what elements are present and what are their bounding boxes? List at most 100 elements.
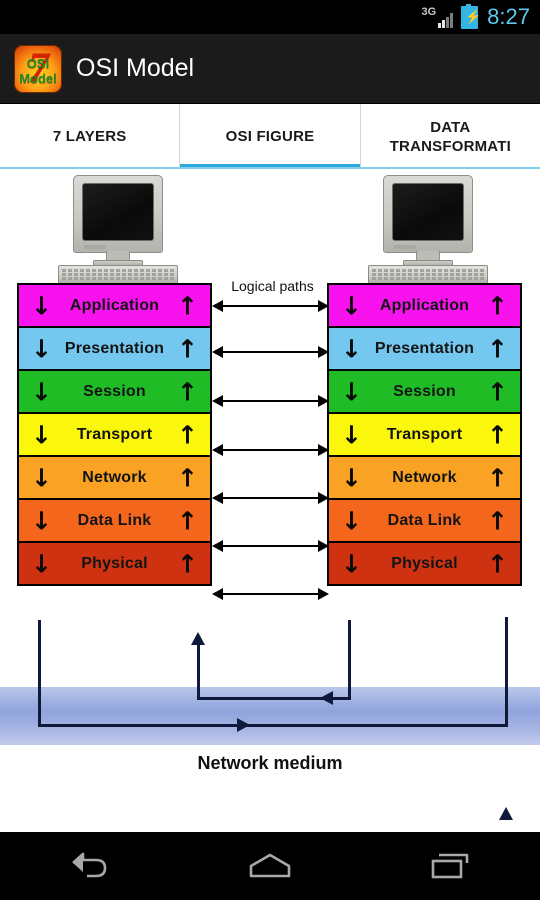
tab-label: OSI FIGURE — [225, 128, 315, 145]
layer-row-data-link[interactable]: ↓ Data Link ↑ — [17, 498, 212, 543]
arrow-up-icon: ↑ — [487, 420, 508, 449]
nav-home-button[interactable] — [180, 832, 360, 900]
layer-name: Session — [393, 382, 456, 400]
arrow-down-icon: ↓ — [341, 549, 362, 578]
arrow-up-icon: ↑ — [177, 291, 198, 320]
wire-arrow-right — [237, 718, 250, 732]
wire-arrow-up-right — [499, 807, 513, 820]
action-bar: 7 OSI Model OSI Model — [0, 34, 540, 104]
monitor-icon — [73, 175, 163, 253]
home-icon — [249, 853, 291, 878]
layer-row-application[interactable]: ↓ Application ↑ — [17, 283, 212, 328]
logical-paths-label: Logical paths — [231, 278, 314, 294]
arrow-down-icon: ↓ — [341, 420, 362, 449]
arrow-up-icon: ↑ — [487, 377, 508, 406]
arrow-down-icon: ↓ — [31, 506, 52, 535]
layer-row-network[interactable]: ↓ Network ↑ — [17, 455, 212, 500]
arrow-down-icon: ↓ — [341, 291, 362, 320]
layer-row-presentation[interactable]: ↓ Presentation ↑ — [327, 326, 522, 371]
layer-row-session[interactable]: ↓ Session ↑ — [327, 369, 522, 414]
arrow-down-icon: ↓ — [31, 377, 52, 406]
layer-name: Data Link — [387, 511, 462, 529]
monitor-screen — [82, 183, 154, 241]
layer-row-session[interactable]: ↓ Session ↑ — [17, 369, 212, 414]
arrow-down-icon: ↓ — [341, 334, 362, 363]
arrow-up-icon: ↑ — [177, 420, 198, 449]
tab-data-transformation[interactable]: DATA TRANSFORMATI — [359, 104, 540, 169]
network-type-label: 3G — [421, 6, 437, 18]
wire-left-up — [197, 642, 200, 700]
layer-name: Physical — [391, 554, 458, 572]
layer-name: Transport — [76, 425, 153, 443]
layer-row-transport[interactable]: ↓ Transport ↑ — [17, 412, 212, 457]
layer-row-application[interactable]: ↓ Application ↑ — [327, 283, 522, 328]
arrow-up-icon: ↑ — [487, 291, 508, 320]
nav-recents-button[interactable] — [360, 832, 540, 900]
layer-row-physical[interactable]: ↓ Physical ↑ — [327, 541, 522, 586]
layer-row-network[interactable]: ↓ Network ↑ — [327, 455, 522, 500]
layer-name: Application — [69, 296, 160, 314]
nav-back-button[interactable] — [0, 832, 180, 900]
layer-name: Transport — [386, 425, 463, 443]
layer-row-data-link[interactable]: ↓ Data Link ↑ — [327, 498, 522, 543]
layer-name: Network — [392, 468, 457, 486]
logical-path-arrow-transport — [212, 444, 329, 456]
logical-path-arrow-physical — [212, 588, 329, 600]
layer-name: Application — [379, 296, 470, 314]
layer-name: Network — [82, 468, 147, 486]
osi-figure-content: ↓ Application ↑ ↓ Presentation ↑ ↓ Sessi… — [0, 169, 540, 832]
osi-stack-right: ↓ Application ↑ ↓ Presentation ↑ ↓ Sessi… — [327, 283, 522, 586]
arrow-down-icon: ↓ — [341, 506, 362, 535]
logical-path-arrow-network — [212, 492, 329, 504]
status-bar: 3G ⚡ 8:27 — [0, 0, 540, 34]
wire-arrow-left — [320, 691, 333, 705]
arrow-down-icon: ↓ — [31, 291, 52, 320]
status-clock: 8:27 — [487, 4, 530, 29]
tab-bar: 7 LAYERS OSI FIGURE DATA TRANSFORMATI — [0, 104, 540, 169]
back-icon — [72, 852, 107, 878]
layer-name: Physical — [81, 554, 148, 572]
arrow-down-icon: ↓ — [31, 463, 52, 492]
tab-7-layers[interactable]: 7 LAYERS — [0, 104, 179, 169]
monitor-screen — [392, 183, 464, 241]
app-logo-text-bottom: Model — [19, 70, 57, 86]
layer-row-transport[interactable]: ↓ Transport ↑ — [327, 412, 522, 457]
keyboard-icon — [58, 265, 178, 285]
wire-arrow-up-left — [191, 632, 205, 645]
page-title: OSI Model — [76, 54, 195, 82]
layer-row-physical[interactable]: ↓ Physical ↑ — [17, 541, 212, 586]
wire-right-down — [348, 620, 351, 700]
arrow-down-icon: ↓ — [341, 463, 362, 492]
layer-name: Data Link — [77, 511, 152, 529]
arrow-up-icon: ↑ — [177, 463, 198, 492]
recents-icon — [431, 853, 469, 879]
arrow-down-icon: ↓ — [341, 377, 362, 406]
tab-osi-figure[interactable]: OSI FIGURE — [179, 104, 360, 169]
monitor-badge — [84, 245, 106, 249]
host-right-computer — [368, 175, 488, 285]
monitor-icon — [383, 175, 473, 253]
android-nav-bar — [0, 832, 540, 900]
logical-path-arrow-presentation — [212, 346, 329, 358]
app-logo-icon[interactable]: 7 OSI Model — [14, 44, 62, 93]
logical-path-arrow-application — [212, 300, 329, 312]
wire-medium-forward — [38, 724, 508, 727]
osi-stack-left: ↓ Application ↑ ↓ Presentation ↑ ↓ Sessi… — [17, 283, 212, 586]
layer-name: Presentation — [374, 339, 475, 357]
app-logo-text-top: OSI — [26, 55, 50, 71]
wire-left-down — [38, 620, 41, 727]
arrow-up-icon: ↑ — [487, 549, 508, 578]
wire-right-up — [505, 617, 508, 727]
network-medium-label: Network medium — [197, 753, 343, 773]
logical-path-arrow-data-link — [212, 540, 329, 552]
arrow-up-icon: ↑ — [177, 334, 198, 363]
host-left-computer — [58, 175, 178, 285]
arrow-up-icon: ↑ — [487, 506, 508, 535]
arrow-up-icon: ↑ — [177, 549, 198, 578]
keyboard-icon — [368, 265, 488, 285]
arrow-down-icon: ↓ — [31, 549, 52, 578]
layer-row-presentation[interactable]: ↓ Presentation ↑ — [17, 326, 212, 371]
network-medium-band — [0, 687, 540, 745]
arrow-up-icon: ↑ — [487, 463, 508, 492]
arrow-down-icon: ↓ — [31, 334, 52, 363]
